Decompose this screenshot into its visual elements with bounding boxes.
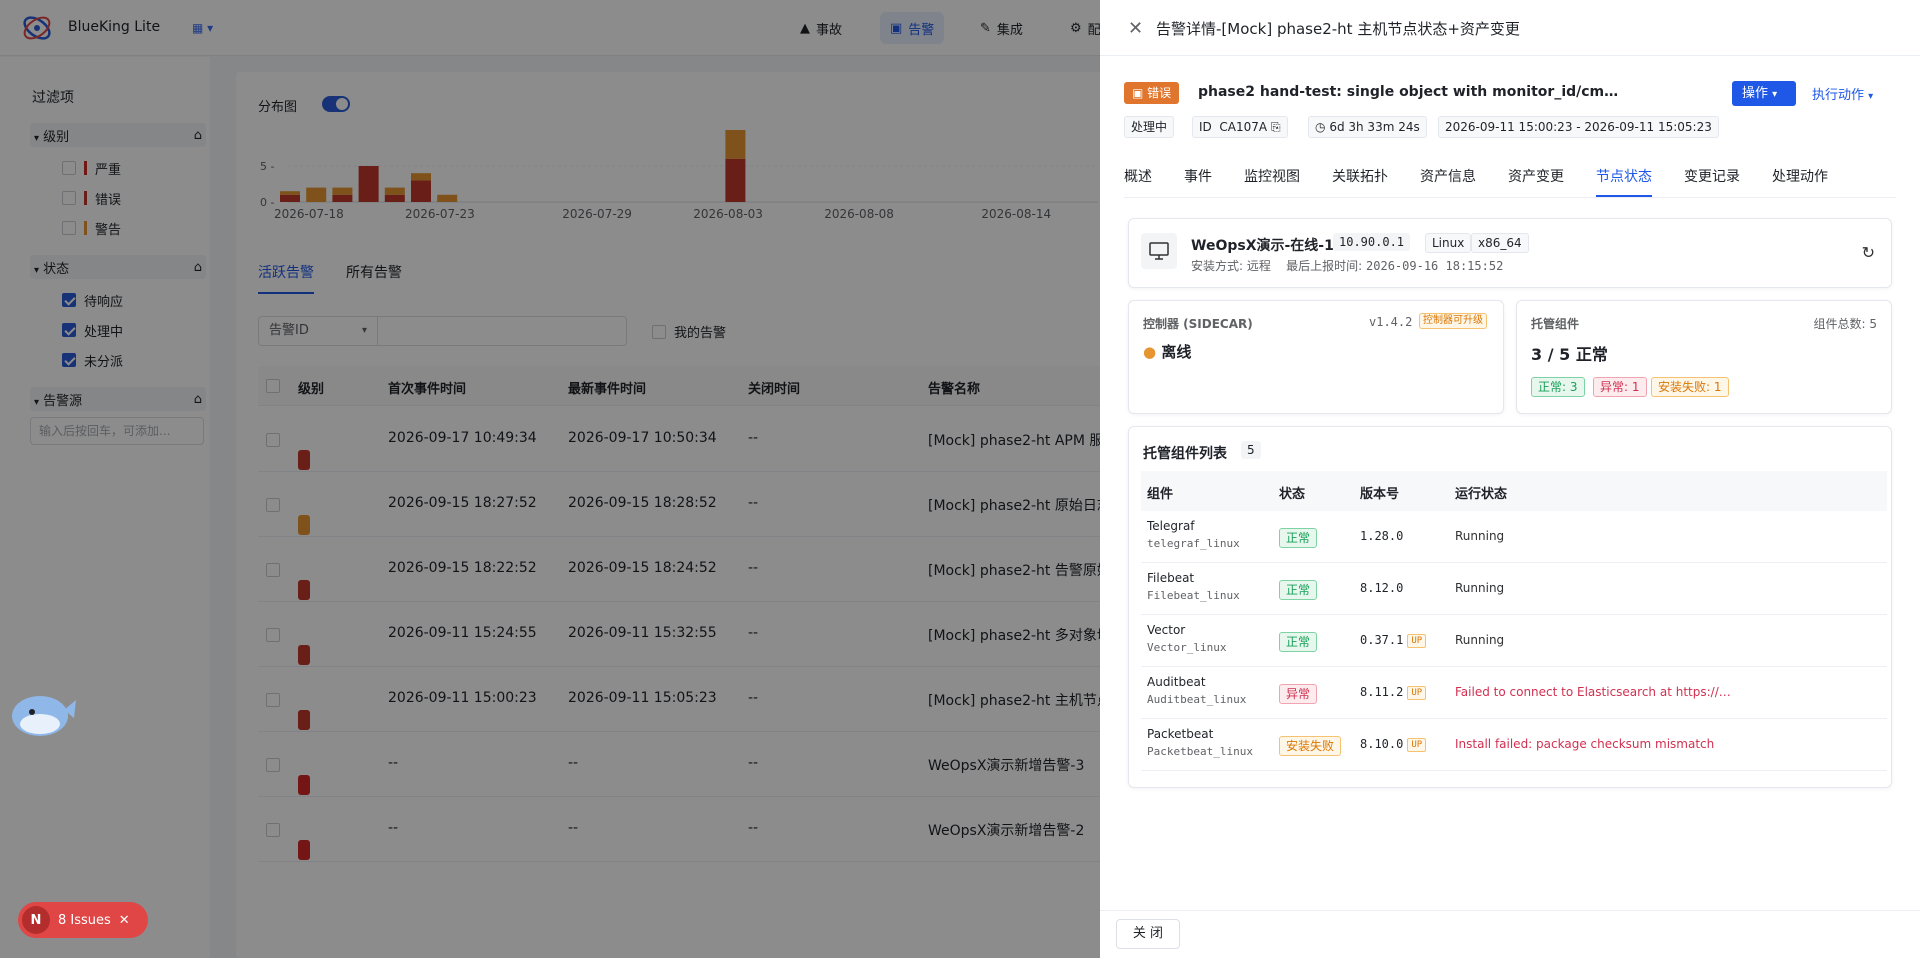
component-version: 8.10.0 UP	[1360, 737, 1427, 752]
upgrade-badge: UP	[1407, 737, 1427, 752]
close-button[interactable]: 关 闭	[1116, 919, 1180, 949]
component-id: telegraf_linux	[1147, 537, 1240, 550]
host-card: WeOpsX演示-在线-1 10.90.0.1 Linux x86_64 安装方…	[1128, 218, 1892, 288]
component-run-state: Running	[1455, 633, 1505, 647]
component-run-state: Install failed: package checksum mismatc…	[1455, 737, 1715, 751]
monitor-icon	[1141, 233, 1177, 269]
drawer-title: 告警详情-[Mock] phase2-ht 主机节点状态+资产变更	[1156, 20, 1520, 38]
issues-badge[interactable]: N 8 Issues ✕	[18, 902, 148, 938]
component-table: 组件 状态 版本号 运行状态 Telegraf telegraf_linux 正常 1…	[1141, 471, 1887, 771]
flame-icon: ▣	[1132, 86, 1144, 100]
chevron-down-icon: ▾	[1868, 91, 1874, 102]
component-status-tag: 正常	[1279, 580, 1318, 600]
whale-mascot-icon[interactable]	[6, 680, 78, 744]
close-icon[interactable]: ✕	[1128, 18, 1143, 39]
alert-name: phase2 hand-test: single object with mon…	[1198, 84, 1624, 100]
host-name: WeOpsX演示-在线-1	[1191, 238, 1334, 254]
drawer-header: ✕ 告警详情-[Mock] phase2-ht 主机节点状态+资产变更	[1100, 0, 1920, 56]
normal-count-tag: 正常: 3	[1531, 377, 1585, 397]
duration-chip: ◷ 6d 3h 33m 24s	[1308, 116, 1427, 138]
tab-change-log[interactable]: 变更记录	[1684, 166, 1740, 186]
copy-icon[interactable]: ⎘	[1271, 120, 1281, 134]
component-row: Packetbeat Packetbeat_linux 安装失败 8.10.0 UP In…	[1141, 719, 1887, 771]
upgrade-badge: UP	[1407, 685, 1427, 700]
component-id: Filebeat_linux	[1147, 589, 1240, 602]
alert-detail-drawer: ✕ 告警详情-[Mock] phase2-ht 主机节点状态+资产变更 ▣ 错误…	[1100, 0, 1920, 958]
component-row: Auditbeat Auditbeat_linux 异常 8.11.2 UP Failed…	[1141, 667, 1887, 719]
sidecar-version: v1.4.2	[1369, 315, 1413, 329]
component-id: Auditbeat_linux	[1147, 693, 1247, 706]
managed-card: 托管组件 组件总数: 5 3 / 5 正常 正常: 3 异常: 1 安装失败: …	[1516, 300, 1892, 414]
component-version: 8.12.0	[1360, 581, 1404, 595]
component-name: Vector	[1147, 623, 1186, 637]
component-run-state: Running	[1455, 529, 1505, 543]
install-failed-tag: 安装失败: 1	[1651, 377, 1729, 397]
drawer-footer: 关 闭	[1100, 910, 1920, 958]
tab-asset-info[interactable]: 资产信息	[1420, 166, 1476, 186]
operation-button[interactable]: 操作 ▾	[1732, 81, 1796, 106]
component-table-header: 组件 状态 版本号 运行状态	[1141, 471, 1887, 511]
component-name: Filebeat	[1147, 571, 1195, 585]
time-range-chip: 2026-09-11 15:00:23 - 2026-09-11 15:05:2…	[1438, 116, 1719, 138]
tab-asset-change[interactable]: 资产变更	[1508, 166, 1564, 186]
upgrade-badge: UP	[1407, 633, 1427, 648]
tab-topology[interactable]: 关联拓扑	[1332, 166, 1388, 186]
component-name: Telegraf	[1147, 519, 1195, 533]
component-version: 1.28.0	[1360, 529, 1404, 543]
component-version: 0.37.1 UP	[1360, 633, 1427, 648]
component-id: Vector_linux	[1147, 641, 1227, 654]
host-os: Linux	[1425, 233, 1472, 253]
tab-node-status[interactable]: 节点状态	[1596, 166, 1652, 197]
tab-actions[interactable]: 处理动作	[1772, 166, 1828, 186]
dot-icon: ●	[1143, 343, 1157, 361]
managed-summary: 3 / 5 正常	[1531, 345, 1608, 364]
host-ip: 10.90.0.1	[1333, 233, 1411, 251]
component-status-tag: 正常	[1279, 528, 1318, 548]
component-status-tag: 正常	[1279, 632, 1318, 652]
close-icon[interactable]: ✕	[119, 913, 130, 928]
id-chip: ID CA107A ⎘	[1192, 116, 1288, 138]
component-run-state: Running	[1455, 581, 1505, 595]
clock-icon: ◷	[1315, 120, 1326, 134]
component-run-state: Failed to connect to Elasticsearch at ht…	[1455, 685, 1735, 699]
execute-action-link[interactable]: 执行动作 ▾	[1812, 84, 1873, 103]
host-arch: x86_64	[1471, 233, 1529, 253]
sidecar-card: 控制器 (SIDECAR) v1.4.2 控制器可升级 ● 离线	[1128, 300, 1504, 414]
tab-overview[interactable]: 概述	[1124, 166, 1152, 186]
component-row: Filebeat Filebeat_linux 正常 8.12.0 Running	[1141, 563, 1887, 615]
component-table-body: Telegraf telegraf_linux 正常 1.28.0 Running Fil…	[1141, 511, 1887, 771]
component-status-tag: 异常	[1279, 684, 1318, 704]
component-list-card: 托管组件列表 5 组件 状态 版本号 运行状态 Telegraf telegraf…	[1128, 426, 1892, 788]
refresh-icon[interactable]: ↻	[1862, 243, 1875, 262]
component-name: Packetbeat	[1147, 727, 1214, 741]
tab-events[interactable]: 事件	[1184, 166, 1212, 186]
component-row: Telegraf telegraf_linux 正常 1.28.0 Running	[1141, 511, 1887, 563]
component-status-tag: 安装失败	[1279, 736, 1342, 756]
level-tag: ▣ 错误	[1124, 82, 1180, 104]
sidecar-status: ● 离线	[1143, 343, 1192, 361]
managed-title: 托管组件	[1531, 317, 1580, 331]
detail-tabs: 概述 事件 监控视图 关联拓扑 资产信息 资产变更 节点状态 变更记录 处理动作	[1124, 162, 1896, 198]
upgrade-tag: 控制器可升级	[1419, 313, 1487, 329]
host-meta: 安装方式: 远程 最后上报时间: 2026-09-16 18:15:52	[1191, 259, 1504, 273]
component-row: Vector Vector_linux 正常 0.37.1 UP Running	[1141, 615, 1887, 667]
component-id: Packetbeat_linux	[1147, 745, 1253, 758]
component-count: 5	[1241, 441, 1261, 459]
tab-monitor-view[interactable]: 监控视图	[1244, 166, 1300, 186]
component-list-title: 托管组件列表	[1143, 446, 1227, 462]
component-name: Auditbeat	[1147, 675, 1206, 689]
abnormal-count-tag: 异常: 1	[1593, 377, 1647, 397]
sidecar-title: 控制器 (SIDECAR)	[1143, 317, 1253, 331]
status-chip: 处理中	[1124, 116, 1175, 138]
total-count: 组件总数: 5	[1813, 317, 1878, 331]
component-version: 8.11.2 UP	[1360, 685, 1427, 700]
chevron-down-icon: ▾	[1772, 89, 1778, 100]
